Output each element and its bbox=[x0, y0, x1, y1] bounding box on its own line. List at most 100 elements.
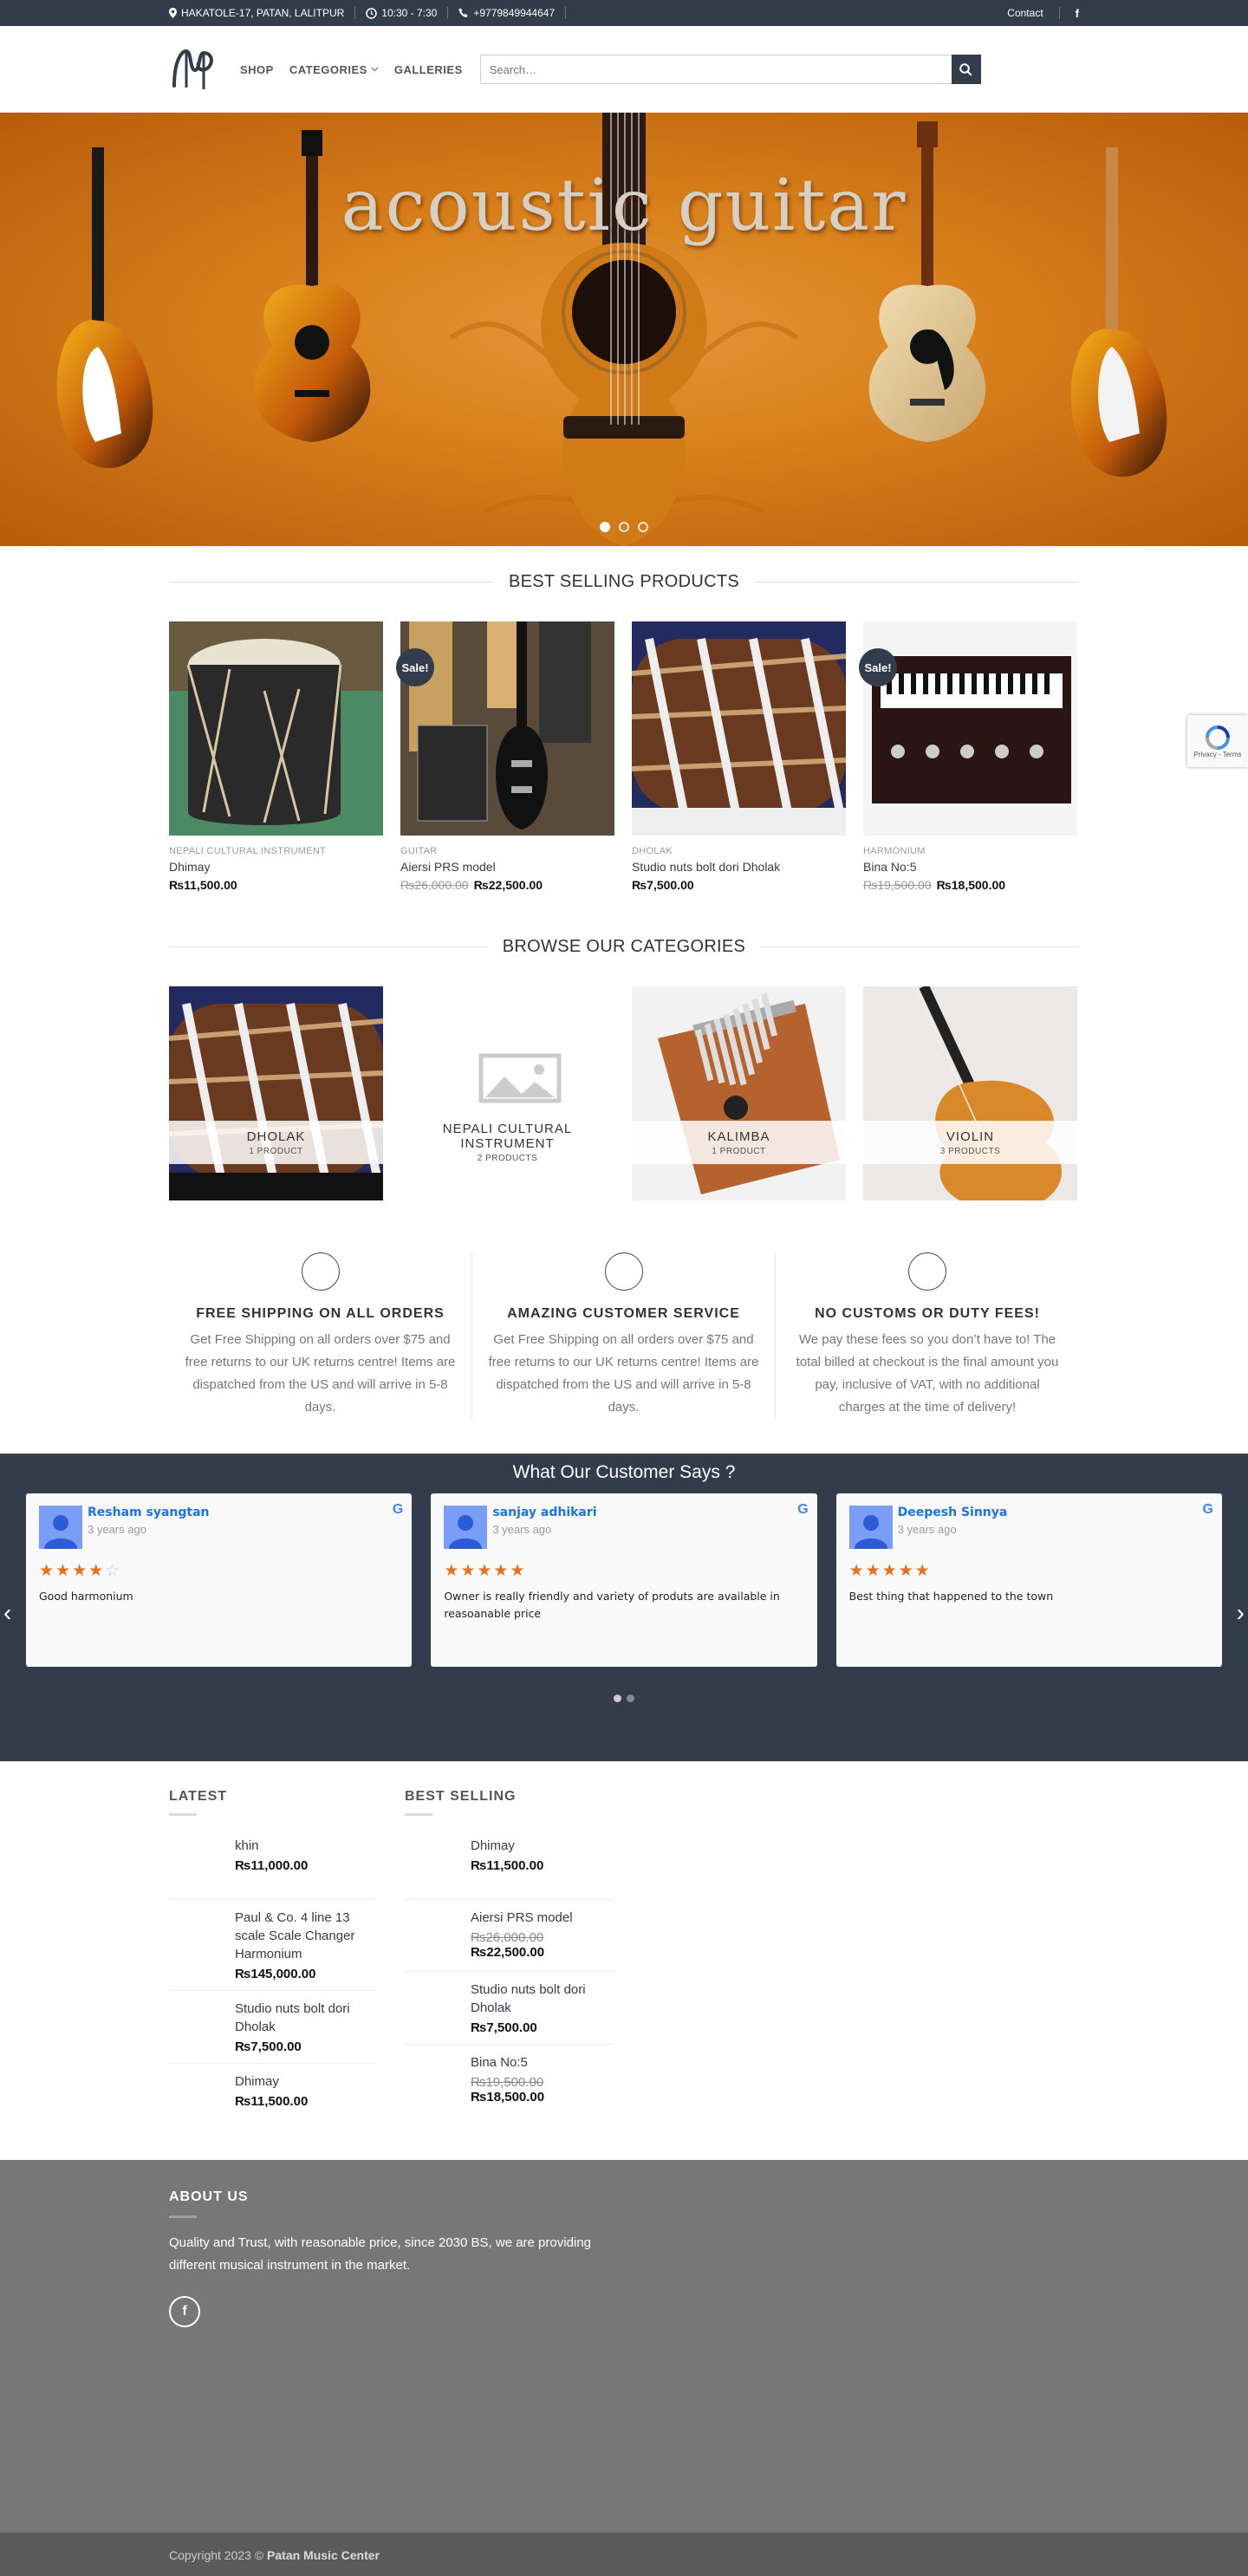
slider-dot-2[interactable] bbox=[619, 522, 629, 532]
list-item[interactable]: Dhimay ₨11,500.00 bbox=[405, 1828, 613, 1900]
item-name[interactable]: Aiersi PRS model bbox=[471, 1909, 573, 1927]
category-card-nepali-cultural[interactable]: NEPALI CULTURAL INSTRUMENT 2 PRODUCTS bbox=[400, 986, 614, 1200]
item-price: ₨11,000.00 bbox=[235, 1858, 309, 1873]
item-name[interactable]: Paul & Co. 4 line 13 scale Scale Changer… bbox=[235, 1909, 377, 1963]
review-card: G sanjay adhikari 3 years ago ★★★★★ Owner… bbox=[431, 1493, 817, 1667]
search-input[interactable] bbox=[479, 55, 952, 84]
product-card[interactable]: NEPALI CULTURAL INSTRUMENT Dhimay ₨11,50… bbox=[169, 621, 383, 892]
categories-section: BROWSE OUR CATEGORIES DHOLAK 1 PRODUCT NE… bbox=[169, 937, 1079, 1419]
category-image bbox=[169, 986, 383, 1200]
list-item[interactable]: Studio nuts bolt dori Dholak ₨7,500.00 bbox=[405, 1972, 613, 2045]
hero-slider[interactable]: acoustic guitar bbox=[0, 113, 1248, 546]
category-label: KALIMBA 1 PRODUCT bbox=[632, 1121, 846, 1164]
product-category[interactable]: DHOLAK bbox=[632, 846, 846, 856]
product-thumb[interactable] bbox=[405, 1909, 458, 1962]
product-thumb[interactable] bbox=[405, 1837, 458, 1890]
nav-shop[interactable]: SHOP bbox=[240, 63, 274, 76]
review-text: Best thing that happened to the town bbox=[848, 1590, 1054, 1603]
product-name[interactable]: Dhimay bbox=[169, 860, 383, 874]
product-category[interactable]: GUITAR bbox=[400, 846, 614, 856]
item-name[interactable]: Studio nuts bolt dori Dholak bbox=[471, 1981, 613, 2017]
search-form bbox=[479, 55, 981, 84]
item-price: ₨11,500.00 bbox=[471, 1858, 543, 1873]
rating-stars: ★★★★★ bbox=[444, 1562, 527, 1580]
review-dot-1[interactable] bbox=[614, 1695, 621, 1702]
facebook-icon[interactable]: f bbox=[169, 2296, 200, 2327]
facebook-icon[interactable]: f bbox=[1060, 7, 1079, 20]
feature-title: AMAZING CUSTOMER SERVICE bbox=[507, 1306, 740, 1321]
product-name[interactable]: Bina No:5 bbox=[863, 860, 1077, 874]
category-card-dholak[interactable]: DHOLAK 1 PRODUCT bbox=[169, 986, 383, 1200]
feature-circle-icon bbox=[604, 1252, 643, 1291]
feature-title: FREE SHIPPING ON ALL ORDERS bbox=[196, 1306, 445, 1321]
item-name[interactable]: Dhimay bbox=[471, 1837, 543, 1855]
sale-badge: Sale! bbox=[396, 648, 434, 686]
site-logo[interactable] bbox=[169, 43, 221, 95]
list-item[interactable]: Paul & Co. 4 line 13 scale Scale Changer… bbox=[169, 1900, 377, 1991]
item-name[interactable]: Bina No:5 bbox=[471, 2053, 544, 2072]
product-thumb[interactable] bbox=[169, 2072, 223, 2126]
list-item[interactable]: Bina No:5 ₨19,500.00 ₨18,500.00 bbox=[405, 2045, 613, 2116]
item-name[interactable]: khin bbox=[235, 1837, 308, 1855]
product-card[interactable]: Sale! GUITAR Aiersi PRS model ₨26,000.00… bbox=[396, 621, 614, 892]
category-count: 2 PRODUCTS bbox=[477, 1154, 538, 1163]
reviews-title: What Our Customer Says ? bbox=[512, 1462, 736, 1482]
product-thumb[interactable] bbox=[405, 2053, 458, 2107]
list-item[interactable]: Dhimay ₨11,500.00 bbox=[169, 2064, 377, 2135]
item-price: ₨11,500.00 bbox=[235, 2094, 309, 2109]
hours-item: 10:30 - 7:30 bbox=[366, 7, 449, 19]
product-image[interactable] bbox=[400, 621, 614, 836]
slider-dot-3[interactable] bbox=[638, 522, 648, 532]
category-card-violin[interactable]: VIOLIN 3 PRODUCTS bbox=[863, 986, 1077, 1200]
product-image[interactable] bbox=[169, 621, 383, 836]
avatar bbox=[848, 1506, 893, 1549]
slider-dot-1[interactable] bbox=[600, 522, 610, 532]
search-icon bbox=[959, 62, 972, 76]
price-current: ₨18,500.00 bbox=[471, 2090, 545, 2104]
contact-link[interactable]: Contact bbox=[991, 7, 1060, 19]
chevron-right-icon[interactable]: › bbox=[1237, 1599, 1245, 1627]
item-name[interactable]: Dhimay bbox=[235, 2072, 308, 2091]
list-item[interactable]: Aiersi PRS model ₨26,000.00 ₨22,500.00 bbox=[405, 1900, 613, 1972]
product-image[interactable] bbox=[863, 621, 1077, 836]
reviewer-name[interactable]: Resham syangtan bbox=[88, 1506, 210, 1519]
product-image[interactable] bbox=[632, 621, 846, 836]
product-thumb[interactable] bbox=[169, 2000, 223, 2053]
top-bar: HAKATOLE-17, PATAN, LALITPUR 10:30 - 7:3… bbox=[0, 0, 1248, 26]
copyright-bar: Copyright 2023 © Patan Music Center bbox=[0, 2533, 1248, 2576]
product-card[interactable]: DHOLAK Studio nuts bolt dori Dholak ₨7,5… bbox=[632, 621, 846, 892]
review-dot-2[interactable] bbox=[627, 1695, 634, 1702]
product-name[interactable]: Aiersi PRS model bbox=[400, 860, 614, 874]
nav-galleries[interactable]: GALLERIES bbox=[394, 63, 463, 76]
sale-badge: Sale! bbox=[859, 648, 897, 686]
category-card-kalimba[interactable]: KALIMBA 1 PRODUCT bbox=[632, 986, 846, 1200]
product-category[interactable]: NEPALI CULTURAL INSTRUMENT bbox=[169, 846, 383, 856]
price-current: ₨7,500.00 bbox=[471, 2020, 537, 2035]
item-name[interactable]: Studio nuts bolt dori Dholak bbox=[235, 2000, 377, 2036]
rating-stars: ★★★★★ bbox=[848, 1562, 932, 1580]
item-price: ₨7,500.00 bbox=[235, 2039, 302, 2054]
product-card[interactable]: Sale! HARMONIUM Bina No:5 ₨19,500.00 ₨18,… bbox=[859, 621, 1077, 892]
review-card: G Resham syangtan 3 years ago ★★★★☆ Good … bbox=[26, 1493, 413, 1667]
features-row: FREE SHIPPING ON ALL ORDERS Get Free Shi… bbox=[169, 1252, 1079, 1419]
product-thumb[interactable] bbox=[169, 1837, 223, 1890]
reviewer-name[interactable]: Deepesh Sinnya bbox=[898, 1506, 1008, 1519]
phone-item[interactable]: +9779849944647 bbox=[458, 7, 567, 19]
best-selling-section: BEST SELLING PRODUCTS NEPALI CULTURAL IN… bbox=[169, 572, 1079, 892]
nav-categories[interactable]: CATEGORIES bbox=[289, 63, 379, 76]
review-time: 3 years ago bbox=[88, 1523, 146, 1536]
search-button[interactable] bbox=[951, 55, 981, 84]
reviewer-name[interactable]: sanjay adhikari bbox=[492, 1506, 596, 1519]
best-selling-title: BEST SELLING PRODUCTS bbox=[169, 572, 1079, 592]
list-item[interactable]: khin ₨11,000.00 bbox=[169, 1828, 377, 1900]
chevron-left-icon[interactable]: ‹ bbox=[3, 1599, 11, 1627]
recaptcha-badge[interactable]: Privacy - Terms bbox=[1187, 715, 1248, 767]
recaptcha-text[interactable]: Privacy - Terms bbox=[1194, 751, 1242, 758]
product-category[interactable]: HARMONIUM bbox=[863, 846, 1077, 856]
product-thumb[interactable] bbox=[169, 1909, 223, 1962]
product-thumb[interactable] bbox=[405, 1981, 458, 2034]
product-name[interactable]: Studio nuts bolt dori Dholak bbox=[632, 860, 846, 874]
category-name: KALIMBA bbox=[707, 1129, 770, 1144]
categories-title-text: BROWSE OUR CATEGORIES bbox=[502, 937, 746, 956]
list-item[interactable]: Studio nuts bolt dori Dholak ₨7,500.00 bbox=[169, 1991, 377, 2064]
